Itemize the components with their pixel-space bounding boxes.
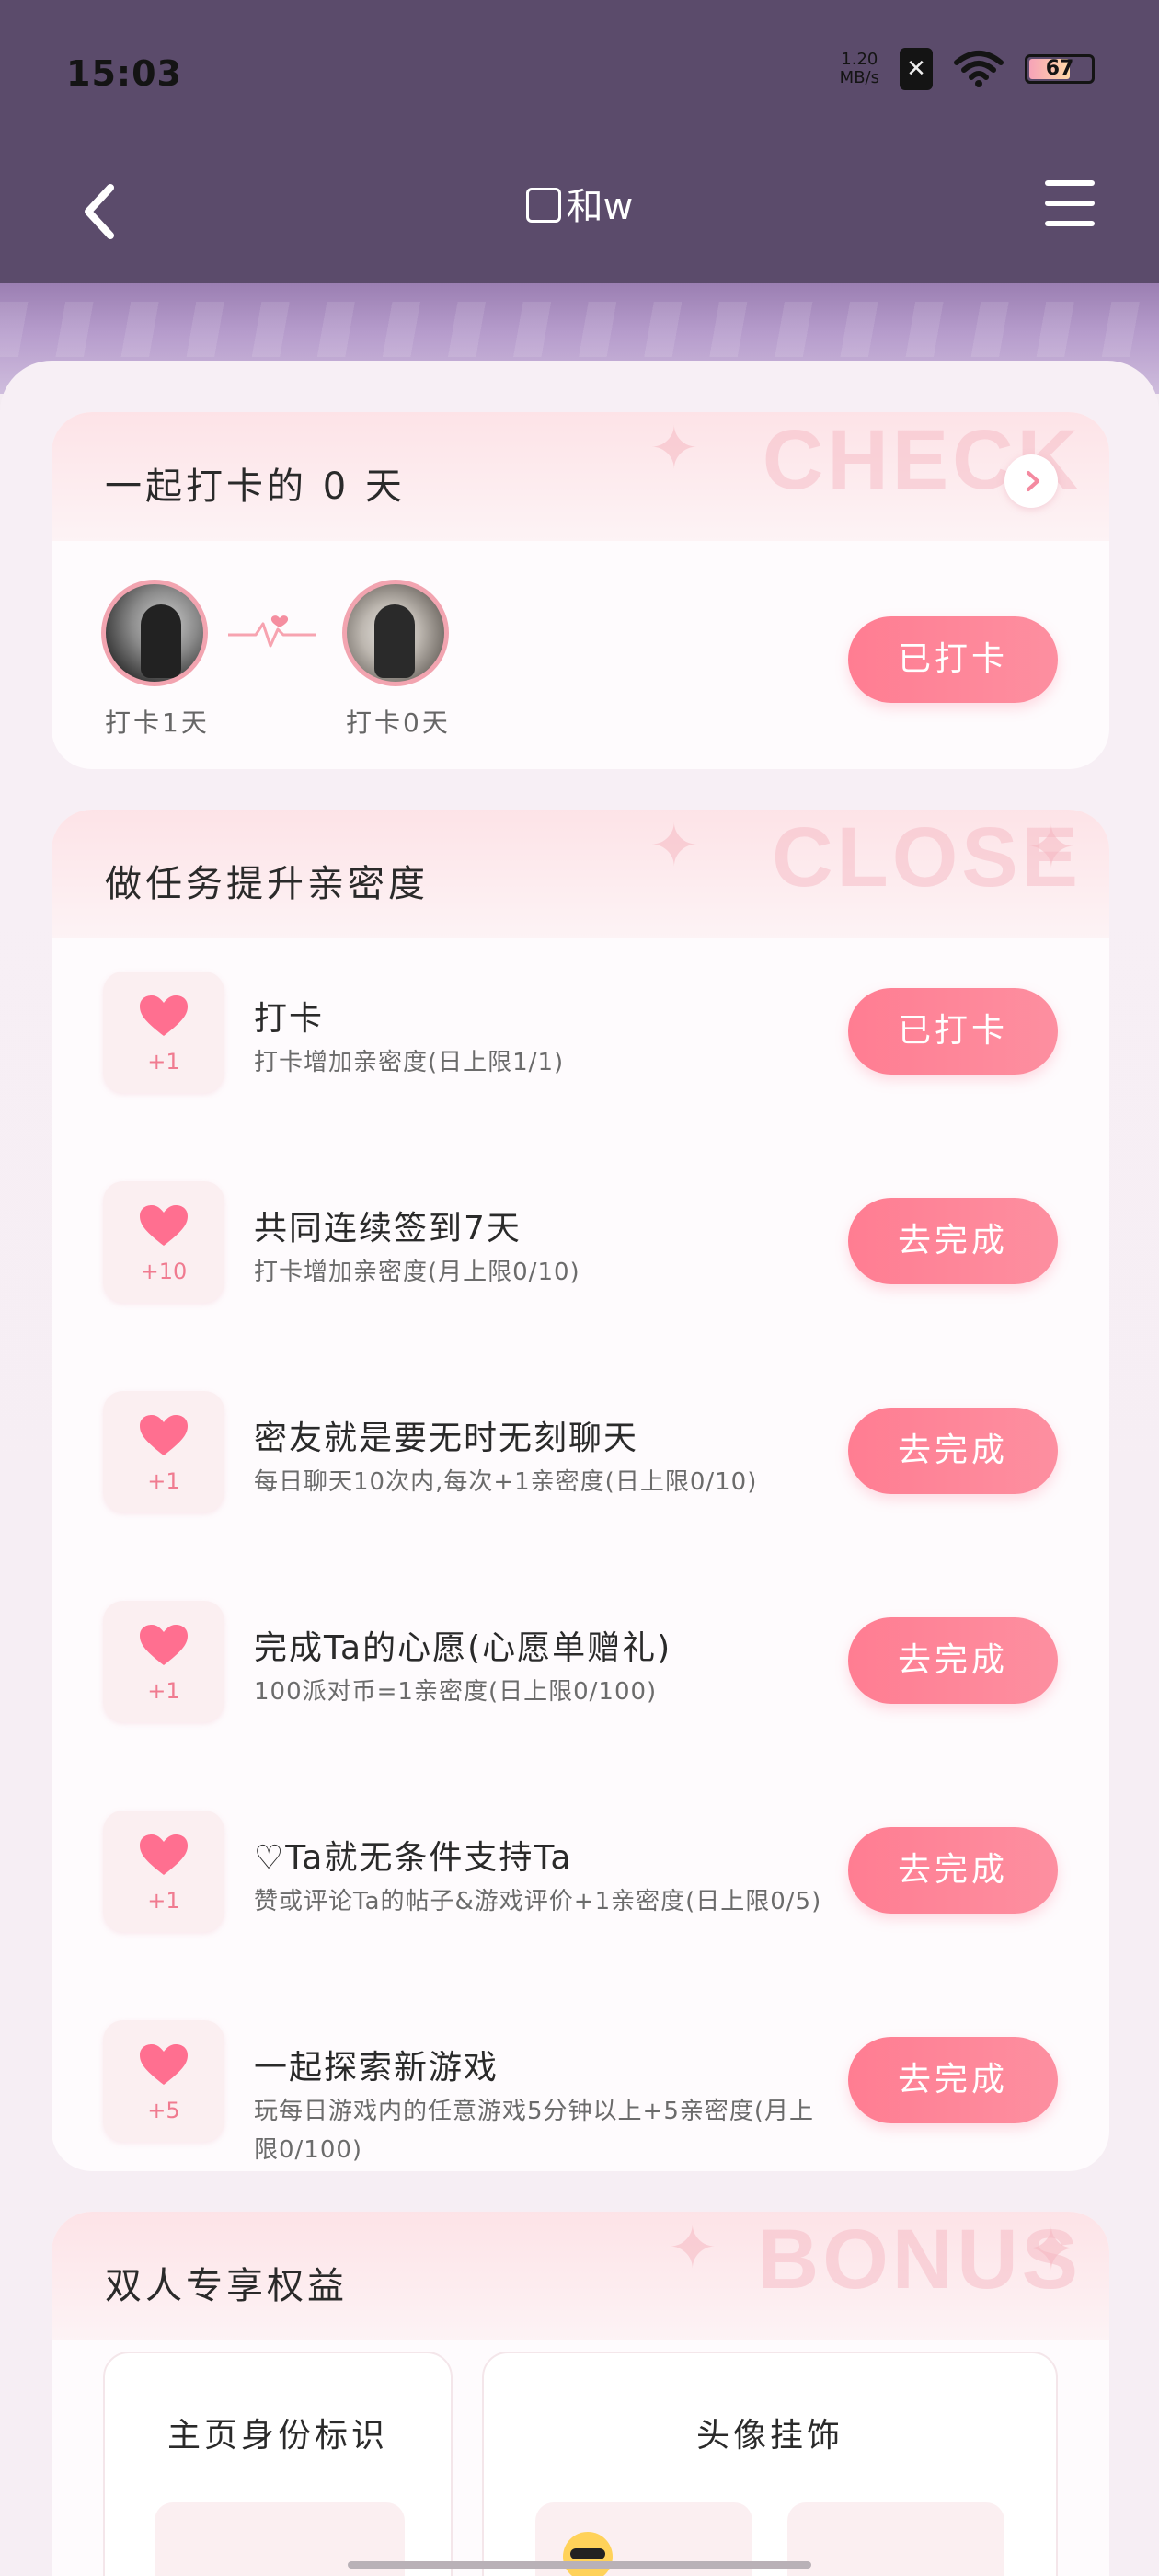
task-item: +1 密友就是要无时无刻聊天 每日聊天10次内,每次+1亲密度(日上限0/10)… (52, 1391, 1109, 1538)
chevron-right-icon (1027, 471, 1039, 491)
status-time: 15:03 (66, 53, 182, 94)
bonus-watermark: BONUS (757, 2213, 1082, 2306)
perk-title: 主页身份标识 (166, 2417, 388, 2455)
battery-icon: 67 (1025, 54, 1095, 84)
star-decoration-icon: ✦ (668, 2214, 717, 2283)
bonus-card-header: ✦ ✦ BONUS 双人专享权益 (52, 2212, 1109, 2340)
perk-profile-badge[interactable]: 主页身份标识 (103, 2352, 453, 2576)
heart-icon (140, 995, 188, 1036)
partner-checkin-days: 打卡0天 (346, 707, 451, 738)
task-action-button[interactable]: 去完成 (848, 1408, 1058, 1494)
task-description: 打卡增加亲密度(日上限1/1) (254, 1049, 565, 1076)
task-item: +1 ♡Ta就无条件支持Ta 赞或评论Ta的帖子&游戏评价+1亲密度(日上限0/… (52, 1811, 1109, 1958)
task-name: 共同连续签到7天 (254, 1210, 522, 1248)
heart-icon (140, 1415, 188, 1455)
page-title: 和w (0, 177, 1159, 230)
task-item: +1 打卡 打卡增加亲密度(日上限1/1) 已打卡 (52, 972, 1109, 1119)
avatar-partner[interactable] (342, 580, 449, 686)
task-name: 一起探索新游戏 (254, 2049, 499, 2087)
heart-icon (140, 1834, 188, 1875)
menu-button[interactable] (1045, 180, 1095, 236)
task-points: +5 (147, 2098, 180, 2123)
task-heart-badge: +1 (103, 1811, 224, 1932)
task-points: +1 (147, 1468, 180, 1494)
heart-icon (140, 1205, 188, 1246)
avatar-user[interactable] (101, 580, 208, 686)
no-sim-icon: ✕ (900, 48, 933, 90)
task-heart-badge: +1 (103, 1601, 224, 1722)
task-description: 赞或评论Ta的帖子&游戏评价+1亲密度(日上限0/5) (254, 1888, 822, 1915)
task-name: 密友就是要无时无刻聊天 (254, 1420, 639, 1457)
status-bar: 15:03 1.20 MB/s ✕ 67 (0, 0, 1159, 147)
checkin-card: ✦ CHECK 一起打卡的 0 天 打卡1天 打卡0天 已打卡 (52, 412, 1109, 769)
star-decoration-icon: ✦ (649, 415, 699, 483)
task-item: +5 一起探索新游戏 玩每日游戏内的任意游戏5分钟以上+5亲密度(月上限0/10… (52, 2020, 1109, 2168)
tasks-card: ✦ ✦ CLOSE 做任务提升亲密度 +1 打卡 打卡增加亲密度(日上限1/1)… (52, 810, 1109, 2171)
task-description: 玩每日游戏内的任意游戏5分钟以上+5亲密度(月上限0/100) (254, 2098, 815, 2164)
checkin-detail-button[interactable] (1004, 454, 1058, 508)
task-points: +1 (147, 1678, 180, 1704)
home-indicator[interactable] (348, 2561, 811, 2569)
task-description: 打卡增加亲密度(月上限0/10) (254, 1259, 580, 1286)
hamburger-menu-icon (1045, 180, 1095, 226)
top-navigation-bar: 和w (0, 147, 1159, 285)
heart-icon (140, 1625, 188, 1665)
tasks-card-header: ✦ ✦ CLOSE 做任务提升亲密度 (52, 810, 1109, 938)
task-name: ♡Ta就无条件支持Ta (254, 1839, 573, 1877)
task-action-button[interactable]: 去完成 (848, 1198, 1058, 1284)
task-description: 100派对币=1亲密度(日上限0/100) (254, 1678, 658, 1706)
bonus-card: ✦ ✦ BONUS 双人专享权益 主页身份标识 头像挂饰 (52, 2212, 1109, 2576)
task-action-button[interactable]: 去完成 (848, 2037, 1058, 2123)
checkin-card-header: ✦ CHECK 一起打卡的 0 天 (52, 412, 1109, 541)
task-heart-badge: +1 (103, 972, 224, 1093)
heartbeat-icon (228, 615, 316, 648)
status-icons: 1.20 MB/s ✕ 67 (840, 48, 1095, 90)
perk-title: 头像挂饰 (695, 2417, 843, 2455)
heart-icon (140, 2044, 188, 2085)
task-heart-badge: +1 (103, 1391, 224, 1512)
task-points: +1 (147, 1888, 180, 1914)
task-name: 打卡 (254, 1000, 325, 1038)
task-points: +1 (147, 1049, 180, 1075)
task-action-button[interactable]: 去完成 (848, 1617, 1058, 1704)
task-name: 完成Ta的心愿(心愿单赠礼) (254, 1629, 672, 1667)
checkin-title: 一起打卡的 0 天 (105, 466, 406, 508)
bonus-title: 双人专享权益 (105, 2265, 348, 2307)
page-title-text: 和w (566, 186, 634, 228)
task-item: +1 完成Ta的心愿(心愿单赠礼) 100派对币=1亲密度(日上限0/100) … (52, 1601, 1109, 1748)
task-item: +10 共同连续签到7天 打卡增加亲密度(月上限0/10) 去完成 (52, 1181, 1109, 1328)
wifi-icon (954, 51, 1004, 87)
task-description: 每日聊天10次内,每次+1亲密度(日上限0/10) (254, 1468, 758, 1496)
task-heart-badge: +5 (103, 2020, 224, 2142)
network-speed: 1.20 MB/s (840, 51, 879, 87)
tasks-title: 做任务提升亲密度 (105, 863, 429, 905)
title-emoji-icon (525, 188, 561, 223)
battery-level: 67 (1045, 57, 1074, 80)
task-action-button[interactable]: 已打卡 (848, 988, 1058, 1075)
user-checkin-days: 打卡1天 (105, 707, 210, 738)
network-speed-unit: MB/s (839, 68, 879, 87)
task-heart-badge: +10 (103, 1181, 224, 1303)
task-action-button[interactable]: 去完成 (848, 1827, 1058, 1914)
perk-preview (787, 2502, 1004, 2576)
task-points: +10 (140, 1259, 188, 1284)
tasks-watermark: CLOSE (772, 811, 1082, 904)
network-speed-value: 1.20 (841, 50, 878, 69)
star-decoration-icon: ✦ (649, 812, 699, 880)
floating-emoji-icon[interactable] (563, 2532, 613, 2576)
checkin-button[interactable]: 已打卡 (848, 616, 1058, 703)
